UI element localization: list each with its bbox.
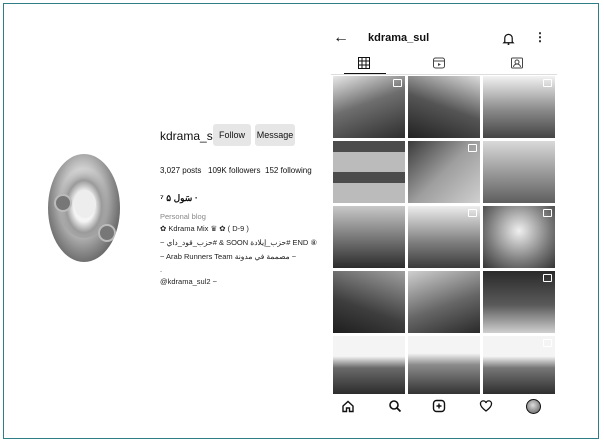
post-tile[interactable] [333, 206, 405, 268]
post-tile[interactable] [408, 271, 480, 333]
tagged-icon[interactable] [511, 56, 525, 69]
message-button[interactable]: Message [255, 124, 295, 146]
post-tile[interactable] [408, 141, 480, 203]
following-count[interactable]: 152 following [265, 166, 312, 175]
profile-avatar[interactable] [48, 154, 120, 262]
bio-line: ~ Arab Runners Team مصممة في مدونة ~ [160, 252, 297, 261]
post-tile[interactable] [333, 336, 405, 394]
bio-line: . [160, 265, 163, 274]
bottom-nav [331, 395, 557, 419]
mobile-profile: ← kdrama_sul ⋮ [331, 27, 557, 421]
reels-icon[interactable] [433, 56, 447, 69]
follow-button[interactable]: Follow [213, 124, 251, 146]
profile-tabs [331, 54, 557, 75]
mobile-username: kdrama_sul [368, 32, 430, 44]
avatar-face [74, 190, 96, 218]
post-tile[interactable] [483, 206, 555, 268]
more-options-icon[interactable]: ⋮ [534, 30, 546, 44]
heart-icon[interactable] [479, 399, 493, 413]
create-post-icon[interactable] [432, 399, 446, 413]
post-tile[interactable] [333, 76, 405, 138]
post-tile[interactable] [333, 141, 405, 203]
back-arrow-icon[interactable]: ← [333, 29, 349, 47]
post-tile[interactable] [408, 336, 480, 394]
home-icon[interactable] [341, 399, 355, 413]
post-tile[interactable] [408, 76, 480, 138]
avatar-flower [98, 224, 116, 242]
grid-icon[interactable] [344, 56, 386, 74]
post-tile[interactable] [483, 76, 555, 138]
profile-avatar-icon[interactable] [526, 399, 541, 414]
search-icon[interactable] [388, 399, 402, 413]
profile-category: Personal blog [160, 212, 206, 221]
post-tile[interactable] [483, 271, 555, 333]
display-name: سَول ۵ ⁷ · [160, 193, 198, 203]
post-tile[interactable] [408, 206, 480, 268]
bio-link[interactable]: @kdrama_sul2 ~ [160, 277, 217, 286]
posts-count[interactable]: 3,027 posts [160, 166, 201, 175]
mobile-top-bar: ← kdrama_sul ⋮ [331, 27, 557, 53]
avatar-flower [54, 194, 72, 212]
post-tile[interactable] [483, 336, 555, 394]
post-tile[interactable] [483, 141, 555, 203]
bio-line: ~ حزب_قود_داي# & SOON حزب_إيلادة# END ⑧ [160, 238, 318, 247]
bio-line: ✿ Kdrama Mix ♛ ✿ ( D-9 ) [160, 224, 249, 233]
followers-count[interactable]: 109K followers [208, 166, 260, 175]
post-tile[interactable] [333, 271, 405, 333]
bell-icon[interactable] [502, 32, 515, 46]
